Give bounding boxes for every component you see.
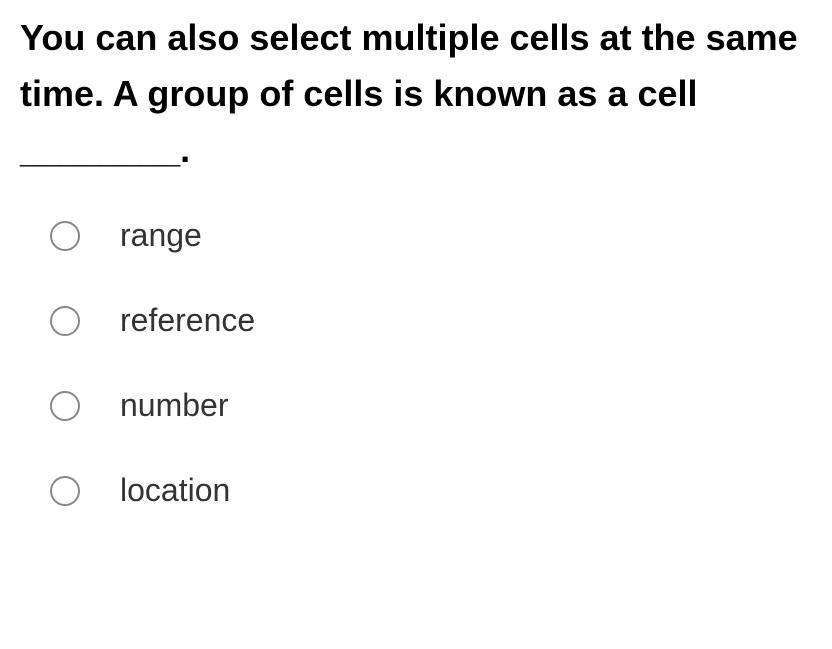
option-reference[interactable]: reference: [50, 302, 812, 339]
radio-icon: [50, 221, 80, 251]
radio-icon: [50, 306, 80, 336]
option-label: reference: [120, 302, 255, 339]
option-number[interactable]: number: [50, 387, 812, 424]
option-range[interactable]: range: [50, 217, 812, 254]
option-label: number: [120, 387, 229, 424]
radio-icon: [50, 476, 80, 506]
option-label: range: [120, 217, 202, 254]
question-text: You can also select multiple cells at th…: [20, 10, 812, 177]
radio-icon: [50, 391, 80, 421]
option-label: location: [120, 472, 230, 509]
option-location[interactable]: location: [50, 472, 812, 509]
options-list: range reference number location: [20, 217, 812, 509]
